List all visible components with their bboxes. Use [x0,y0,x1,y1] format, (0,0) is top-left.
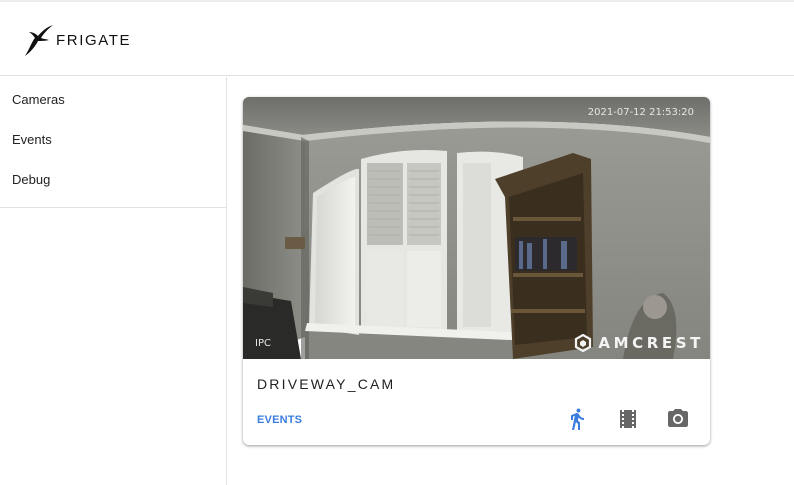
app-header: FRIGATE [0,2,794,76]
camera-card: 2021-07-12 21:53:20 IPC AMCREST DRIVEWAY… [243,97,710,445]
camera-icon[interactable] [666,407,690,431]
brand-title[interactable]: FRIGATE [56,32,131,49]
sidebar-item-debug[interactable]: Debug [0,161,226,201]
film-strip-icon[interactable] [616,407,640,431]
amcrest-logo-icon [574,334,592,352]
feed-timestamp: 2021-07-12 21:53:20 [587,107,694,118]
camera-name: DRIVEWAY_CAM [257,376,396,392]
feed-corner-label: IPC [255,338,271,349]
sidebar: Cameras Events Debug [0,77,227,485]
sidebar-nav: Cameras Events Debug [0,77,226,208]
camera-feed-image[interactable]: 2021-07-12 21:53:20 IPC AMCREST [243,97,710,359]
sidebar-item-events[interactable]: Events [0,121,226,161]
walking-person-icon[interactable] [565,407,589,431]
sidebar-item-cameras[interactable]: Cameras [0,81,226,121]
frigate-bird-icon [24,24,54,58]
amcrest-watermark-text: AMCREST [598,334,704,352]
amcrest-watermark: AMCREST [574,334,704,352]
events-link[interactable]: EVENTS [257,414,302,426]
